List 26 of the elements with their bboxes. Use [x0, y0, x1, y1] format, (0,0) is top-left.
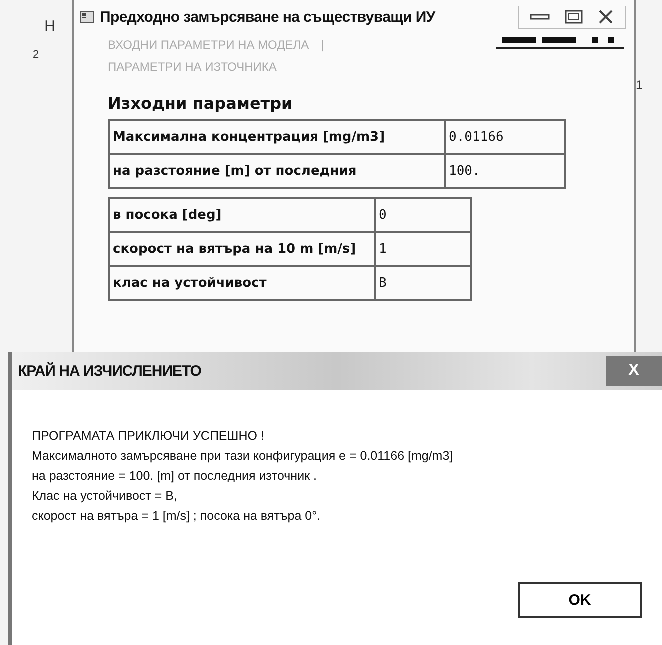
table-cell: Максимална концентрация [mg/m3]: [110, 121, 446, 153]
message-line: ПРОГРАМАТА ПРИКЛЮЧИ УСПЕШНО !: [32, 428, 266, 445]
table-cell: в посока [deg]: [110, 199, 376, 231]
window-icon: [80, 11, 94, 23]
window-title: Предходно замърсяване на съществуващи ИУ: [100, 8, 436, 26]
section-title: Изходни параметри: [108, 94, 294, 113]
table-cell: скорост на вятъра на 10 m [m/s]: [110, 233, 376, 265]
table-cell-text: B: [378, 274, 388, 292]
table-cell: клас на устойчивост: [110, 267, 376, 299]
table-cell-text: 100.: [448, 162, 482, 180]
table-cell-text: 0.01166: [448, 128, 505, 146]
message-line: на разстояние = 100. [m] от последния източник .: [32, 468, 318, 485]
edge-digit: 2: [32, 49, 40, 61]
table-cell: на разстояние [m] от последния: [110, 155, 446, 187]
table-cell-text: 0: [378, 206, 388, 224]
edge-digit: 1: [636, 78, 643, 92]
tab-separator: |: [321, 38, 324, 52]
close-button[interactable]: X: [606, 356, 662, 386]
message-line: Клас на устойчивост = B,: [32, 488, 178, 505]
table-cell-text: 1: [378, 240, 388, 258]
ok-button[interactable]: OK: [518, 582, 642, 618]
dialog-title: КРАЙ НА ИЗЧИСЛЕНИЕТО: [17, 362, 202, 380]
edge-letter: Н: [44, 18, 56, 35]
message-line: Максималното замърсяване при тази конфигурация е = 0.01166 [mg/m3]: [32, 448, 454, 465]
message-line: скорост на вятъра = 1 [m/s] ; посока на вятъра 0°.: [32, 508, 322, 525]
maximize-icon[interactable]: [563, 10, 585, 24]
